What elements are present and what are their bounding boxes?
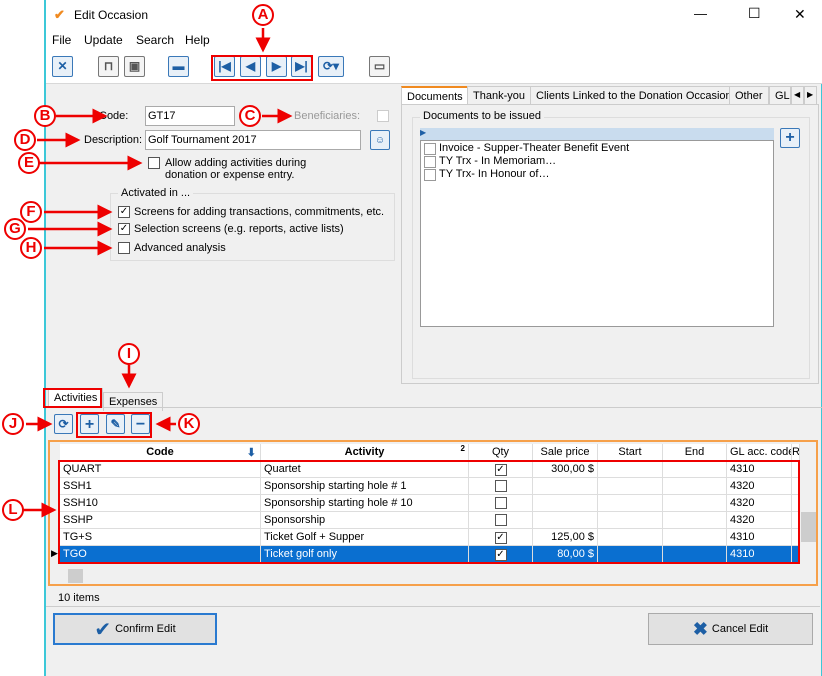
annotation-c: C bbox=[239, 105, 261, 127]
cancel-x-icon: ✖ bbox=[692, 618, 708, 639]
right-tab-strip: Documents Thank-you Clients Linked to th… bbox=[401, 86, 821, 105]
unlock-icon[interactable]: ⊓ bbox=[98, 56, 119, 77]
menu-search[interactable]: Search bbox=[136, 33, 174, 47]
document-checkbox[interactable] bbox=[424, 156, 436, 168]
save-icon[interactable]: ▣ bbox=[124, 56, 145, 77]
annotation-a: A bbox=[252, 4, 274, 26]
documents-panel: Documents to be issued ▶ Invoice - Suppe… bbox=[401, 104, 819, 384]
annotation-box-k bbox=[76, 412, 152, 438]
maximize-button[interactable]: ☐ bbox=[748, 5, 761, 22]
allow-activities-checkbox[interactable] bbox=[148, 157, 160, 169]
tab-other[interactable]: Other bbox=[729, 86, 769, 105]
search-dropdown-icon[interactable]: ⟳▾ bbox=[318, 56, 344, 77]
sort-order-badge: 2 bbox=[460, 444, 465, 453]
annotation-e: E bbox=[18, 152, 40, 174]
document-checkbox[interactable] bbox=[424, 143, 436, 155]
documents-group-title: Documents to be issued bbox=[420, 110, 545, 122]
column-activity[interactable]: Activity 2 bbox=[261, 444, 469, 461]
column-start[interactable]: Start bbox=[598, 444, 663, 461]
minimize-button[interactable]: — bbox=[694, 6, 707, 21]
menu-update[interactable]: Update bbox=[84, 33, 123, 47]
column-end[interactable]: End bbox=[663, 444, 727, 461]
tab-expenses[interactable]: Expenses bbox=[103, 392, 164, 411]
annotation-j: J bbox=[2, 413, 24, 435]
column-code[interactable]: Code ⬇ bbox=[60, 444, 261, 461]
menu-bar: File Update Search Help bbox=[46, 30, 822, 50]
annotation-box-a bbox=[211, 55, 313, 81]
annotation-l: L bbox=[2, 499, 24, 521]
annotation-h: H bbox=[20, 237, 42, 259]
tab-scroll-right[interactable]: ▶ bbox=[804, 86, 817, 105]
divider bbox=[46, 407, 822, 408]
annotation-f: F bbox=[20, 201, 42, 223]
vertical-scrollbar[interactable] bbox=[801, 444, 816, 566]
documents-list: Invoice - Supper-Theater Benefit Event T… bbox=[420, 140, 774, 327]
current-row-indicator-icon: ▶ bbox=[51, 548, 58, 558]
translate-icon[interactable]: ☺ bbox=[370, 130, 390, 150]
column-qty[interactable]: Qty bbox=[469, 444, 533, 461]
code-input[interactable]: GT17 bbox=[145, 106, 235, 126]
tab-scroll-left[interactable]: ◀ bbox=[791, 86, 804, 105]
tab-thank-you[interactable]: Thank-you bbox=[467, 86, 531, 105]
close-button[interactable]: ✕ bbox=[794, 6, 806, 23]
add-document-icon[interactable]: + bbox=[780, 128, 800, 148]
title-bar: ✔ Edit Occasion — ☐ ✕ bbox=[46, 0, 822, 30]
code-label: Code: bbox=[99, 110, 129, 122]
selection-screens-label: Selection screens (e.g. reports, active … bbox=[134, 223, 344, 235]
print-icon[interactable]: ▬ bbox=[168, 56, 189, 77]
item-count: 10 items bbox=[58, 592, 100, 604]
grid-header: Code ⬇ Activity 2 Qty Sale price Start End… bbox=[60, 444, 800, 461]
toolbar: ✕ ⊓ ▣ ▬ |◀ ◀ ▶ ▶| ⟳▾ ▭ bbox=[46, 50, 822, 84]
confirm-edit-button[interactable]: ✔ Confirm Edit bbox=[53, 613, 217, 645]
annotation-d: D bbox=[14, 129, 36, 151]
advanced-analysis-label: Advanced analysis bbox=[134, 242, 226, 254]
description-label: Description: bbox=[84, 134, 143, 146]
checkmark-icon: ✔ bbox=[94, 618, 112, 641]
sort-down-icon: ⬇ bbox=[246, 447, 256, 459]
close-x-icon[interactable]: ✕ bbox=[52, 56, 73, 77]
activated-in-title: Activated in ... bbox=[118, 187, 194, 199]
cancel-edit-button[interactable]: ✖ Cancel Edit bbox=[648, 613, 813, 645]
documents-filter-row: ▶ bbox=[420, 128, 774, 140]
annotation-g: G bbox=[4, 218, 26, 240]
annotation-i: I bbox=[118, 343, 140, 365]
open-folder-icon[interactable]: ▭ bbox=[369, 56, 390, 77]
horizontal-scrollbar[interactable] bbox=[52, 568, 800, 584]
beneficiaries-label: Beneficiaries: bbox=[294, 110, 361, 122]
tab-documents[interactable]: Documents bbox=[401, 86, 469, 105]
screens-transactions-label: Screens for adding transactions, commitm… bbox=[134, 206, 385, 218]
screens-transactions-checkbox[interactable]: ✓ bbox=[118, 206, 130, 218]
search-activity-icon[interactable]: ⟳ bbox=[54, 414, 73, 434]
menu-help[interactable]: Help bbox=[185, 33, 210, 47]
selection-screens-checkbox[interactable]: ✓ bbox=[118, 223, 130, 235]
annotation-box-l bbox=[58, 460, 800, 564]
document-item: TY Trx- In Honour of… bbox=[439, 168, 550, 180]
allow-activities-label: Allow adding activities during donation o… bbox=[165, 157, 307, 181]
document-checkbox[interactable] bbox=[424, 169, 436, 181]
document-item: TY Trx - In Memoriam… bbox=[439, 155, 557, 167]
window-title: Edit Occasion bbox=[74, 8, 149, 22]
column-gl[interactable]: GL acc. code bbox=[727, 444, 792, 461]
description-input[interactable]: Golf Tournament 2017 bbox=[145, 130, 361, 150]
column-sale-price[interactable]: Sale price bbox=[533, 444, 598, 461]
document-item: Invoice - Supper-Theater Benefit Event bbox=[439, 142, 630, 154]
annotation-k: K bbox=[178, 413, 200, 435]
vertical-scroll-thumb[interactable] bbox=[801, 512, 816, 542]
tab-clients-linked[interactable]: Clients Linked to the Donation Occasion bbox=[530, 86, 738, 105]
beneficiaries-checkbox[interactable] bbox=[377, 110, 389, 122]
annotation-box-activities bbox=[43, 388, 102, 408]
divider bbox=[46, 606, 820, 607]
advanced-analysis-checkbox[interactable] bbox=[118, 242, 130, 254]
tab-gl[interactable]: GL bbox=[769, 86, 791, 105]
app-logo-icon: ✔ bbox=[54, 7, 65, 22]
horizontal-scroll-thumb[interactable] bbox=[68, 569, 83, 583]
annotation-b: B bbox=[34, 105, 56, 127]
column-r[interactable]: R bbox=[792, 444, 800, 461]
menu-file[interactable]: File bbox=[52, 33, 71, 47]
